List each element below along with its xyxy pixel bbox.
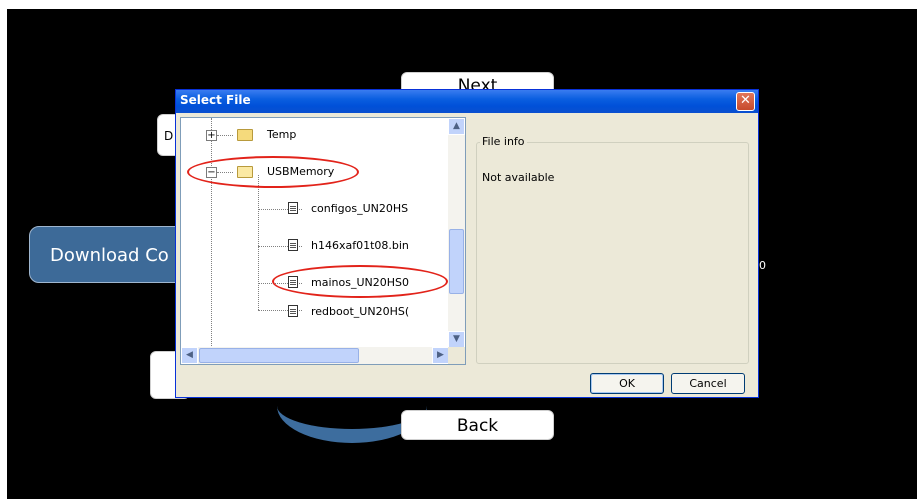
vertical-scroll-thumb[interactable] (449, 229, 464, 294)
select-file-dialog: Select File ✕ + Temp − USBMemory configo… (175, 89, 759, 398)
expand-plus-icon[interactable]: + (206, 130, 217, 141)
scroll-down-icon[interactable]: ▼ (448, 331, 465, 348)
tree-connector (258, 175, 259, 310)
cancel-button[interactable]: Cancel (671, 373, 745, 394)
file-icon (288, 305, 298, 317)
folder-icon (237, 129, 253, 141)
horizontal-scrollbar[interactable]: ◀ ▶ (181, 347, 449, 364)
horizontal-scroll-thumb[interactable] (199, 348, 359, 363)
file-info-value: Not available (482, 171, 555, 184)
scroll-right-icon[interactable]: ▶ (432, 347, 449, 364)
tree-item-label: configos_UN20HS (311, 202, 409, 215)
file-info-legend: File info (480, 135, 527, 148)
background-text-fragment: 0 (759, 259, 766, 272)
highlight-ring (187, 156, 359, 188)
tree-item-label: h146xaf01t08.bin (311, 239, 409, 252)
close-icon[interactable]: ✕ (736, 92, 755, 111)
highlight-ring (272, 265, 448, 298)
vertical-scrollbar[interactable]: ▲ ▼ (448, 118, 465, 348)
scroll-left-icon[interactable]: ◀ (181, 347, 198, 364)
tree-connector (211, 118, 212, 348)
file-tree: + Temp − USBMemory configos_UN20HS h146x… (180, 117, 466, 365)
ok-button[interactable]: OK (590, 373, 664, 394)
dialog-title-bar[interactable]: Select File ✕ (176, 90, 758, 113)
resize-grip-icon[interactable] (448, 347, 465, 364)
tree-item-label: Temp (267, 128, 297, 141)
tree-connector (217, 135, 233, 136)
file-icon (288, 239, 298, 251)
dialog-title: Select File (180, 93, 251, 107)
tree-item-label: redboot_UN20HS( (311, 305, 410, 318)
file-icon (288, 202, 298, 214)
back-button[interactable]: Back (401, 410, 554, 440)
scroll-up-icon[interactable]: ▲ (448, 118, 465, 135)
